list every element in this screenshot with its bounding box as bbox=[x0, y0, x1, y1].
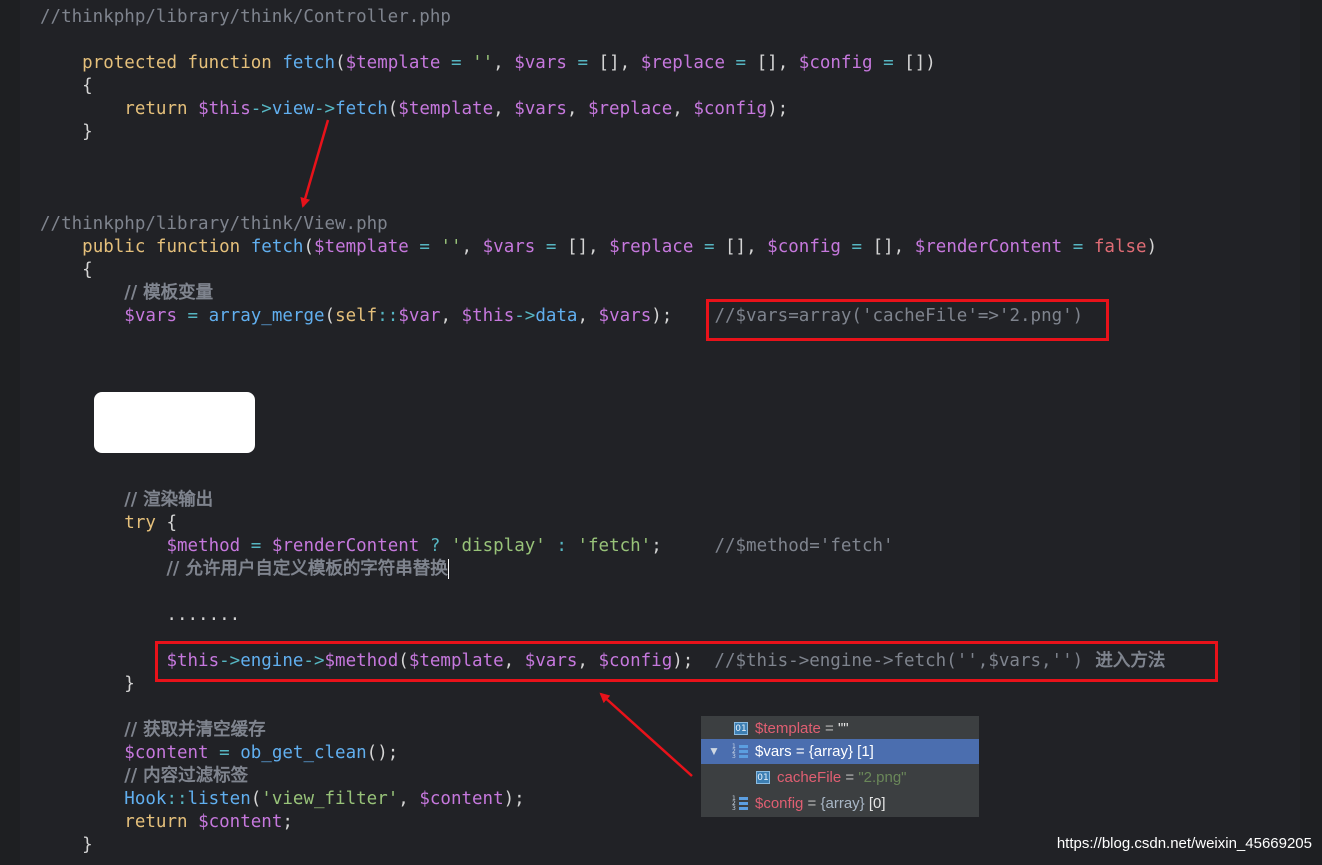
screenshot-stage: //thinkphp/library/think/Controller.php … bbox=[0, 0, 1322, 865]
debug-var-count: [0] bbox=[868, 795, 886, 812]
arrow-to-view-fetch bbox=[300, 119, 330, 208]
debug-var-name: $vars bbox=[755, 743, 792, 760]
arrow-to-engine-call bbox=[599, 692, 693, 777]
array-list-icon: 1 2 3 bbox=[732, 744, 748, 760]
debug-row-cachefile[interactable]: 01 cacheFile = "2.png" bbox=[701, 765, 979, 790]
annotation-arrows bbox=[300, 119, 693, 777]
debugger-variables-panel[interactable]: 01 $template = "" ▼ 1 2 3 $vars = {array… bbox=[701, 716, 979, 817]
debug-row-template[interactable]: 01 $template = "" bbox=[701, 716, 979, 741]
field-01-icon: 01 bbox=[756, 771, 770, 784]
debug-var-count: [1] bbox=[857, 743, 874, 760]
expand-triangle-icon[interactable]: ▼ bbox=[708, 739, 720, 764]
debug-var-value: "" bbox=[837, 720, 849, 737]
debug-row-config[interactable]: 1 2 3 $config = {array} [0] bbox=[701, 791, 979, 816]
array-list-icon: 1 2 3 bbox=[732, 796, 748, 812]
debug-var-name: $config bbox=[755, 795, 804, 812]
debug-var-type: {array} bbox=[820, 795, 865, 812]
watermark-url: https://blog.csdn.net/weixin_45669205 bbox=[1056, 835, 1312, 852]
debug-var-type: {array} bbox=[808, 743, 853, 760]
field-01-icon: 01 bbox=[734, 722, 748, 735]
debug-row-vars[interactable]: ▼ 1 2 3 $vars = {array} [1] bbox=[701, 739, 979, 764]
debug-var-name: $template bbox=[755, 720, 821, 737]
debug-var-value: "2.png" bbox=[858, 769, 907, 786]
debug-var-name: cacheFile bbox=[777, 769, 842, 786]
